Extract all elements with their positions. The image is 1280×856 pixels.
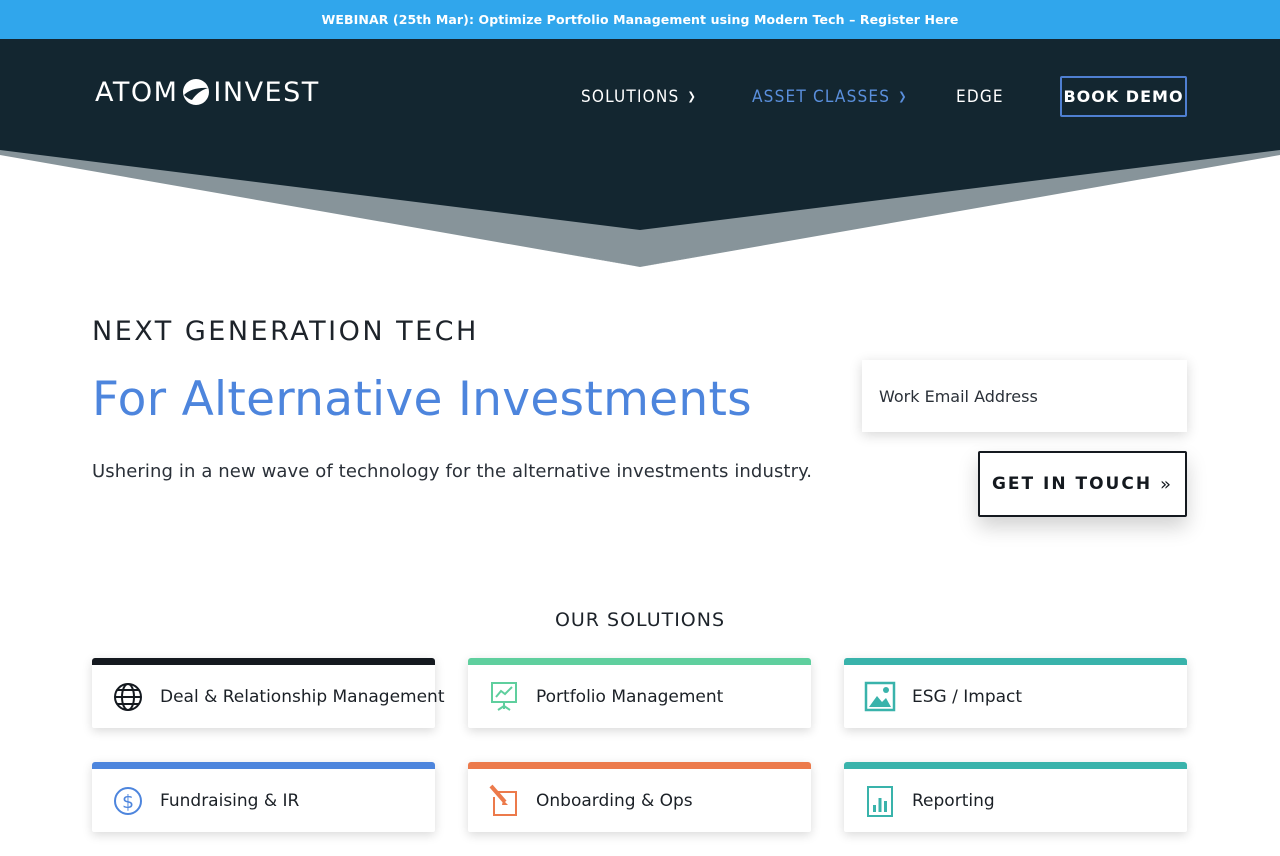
dollar-circle-icon: $: [114, 787, 142, 815]
site-header: ATOM INVEST SOLUTIONS ❯ ASSET CLASSES ❯ …: [0, 39, 1280, 269]
logo-text-right: INVEST: [213, 76, 320, 108]
get-in-touch-label: GET IN TOUCH: [991, 474, 1153, 494]
nav-solutions[interactable]: SOLUTIONS ❯: [581, 76, 697, 118]
nav-edge[interactable]: EDGE: [956, 76, 1004, 118]
atom-invest-logo[interactable]: ATOM INVEST: [95, 74, 320, 110]
solutions-title: OUR SOLUTIONS: [554, 609, 726, 631]
solution-card-deal-relationship[interactable]: Deal & Relationship Management: [92, 658, 445, 728]
nav-asset-classes[interactable]: ASSET CLASSES ❯: [752, 76, 908, 118]
hero-eyebrow: NEXT GENERATION TECH: [92, 316, 479, 347]
presentation-chart-icon: [491, 682, 517, 711]
hero-subtext: Ushering in a new wave of technology for…: [92, 461, 813, 482]
work-email-input[interactable]: [879, 386, 1169, 406]
bar-report-icon: [867, 786, 893, 817]
solution-card-portfolio[interactable]: Portfolio Management: [468, 658, 811, 728]
solution-card-label: ESG / Impact: [912, 686, 1023, 707]
svg-text:$: $: [122, 791, 134, 813]
book-demo-label: BOOK DEMO: [1063, 87, 1184, 106]
nav-asset-classes-label: ASSET CLASSES: [752, 87, 891, 107]
edit-pencil-icon: [489, 784, 517, 816]
solution-card-label: Deal & Relationship Management: [160, 686, 445, 707]
atom-logo-icon: [183, 79, 210, 105]
solution-card-reporting[interactable]: Reporting: [844, 762, 1187, 832]
solution-card-label: Portfolio Management: [536, 686, 724, 707]
email-field-container: [862, 360, 1187, 432]
globe-icon: [114, 683, 142, 711]
solution-card-onboarding[interactable]: Onboarding & Ops: [468, 762, 811, 832]
solution-card-fundraising[interactable]: $ Fundraising & IR: [92, 762, 435, 832]
banner-text[interactable]: WEBINAR (25th Mar): Optimize Portfolio M…: [321, 12, 958, 27]
hero-headline: For Alternative Investments: [92, 372, 752, 427]
webinar-banner[interactable]: WEBINAR (25th Mar): Optimize Portfolio M…: [0, 0, 1280, 39]
landscape-image-icon: [864, 681, 896, 712]
solution-card-label: Onboarding & Ops: [536, 790, 693, 811]
nav-solutions-label: SOLUTIONS: [581, 87, 680, 107]
logo-text-left: ATOM: [95, 76, 179, 108]
nav-edge-label: EDGE: [956, 87, 1004, 107]
book-demo-button[interactable]: BOOK DEMO: [1060, 76, 1187, 117]
solution-card-label: Reporting: [912, 790, 995, 811]
chevron-down-icon: ❯: [898, 89, 908, 103]
get-in-touch-button[interactable]: GET IN TOUCH »: [978, 451, 1187, 517]
double-chevron-right-icon: »: [1160, 473, 1174, 495]
solution-card-label: Fundraising & IR: [160, 790, 300, 811]
chevron-down-icon: ❯: [687, 89, 697, 103]
solution-card-esg[interactable]: ESG / Impact: [844, 658, 1187, 728]
